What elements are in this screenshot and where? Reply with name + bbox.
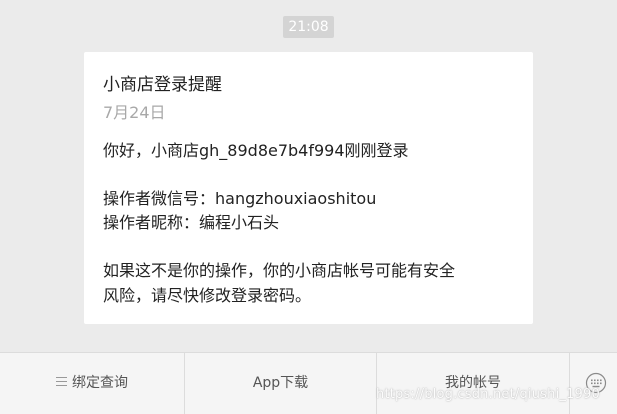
message-card[interactable]: 小商店登录提醒 7月24日 你好，小商店gh_89d8e7b4f994刚刚登录 … [84,52,533,324]
operator-nickname: 操作者昵称：编程小石头 [103,213,280,232]
operator-wechat-id: 操作者微信号：hangzhouxiaoshitou [103,189,377,208]
menu-divider [569,353,570,414]
message-title: 小商店登录提醒 [103,75,222,95]
menu-binding-query-label: 绑定查询 [72,375,128,391]
bottom-menu-bar: 绑定查询 App下载 我的帐号 [0,352,617,414]
menu-my-account-button[interactable]: 我的帐号 [377,353,569,414]
menu-binding-query-button[interactable]: 绑定查询 [0,353,184,414]
watermark: https://blog.csdn.net/qiushi_1990 [376,387,600,402]
menu-app-download-label: App下载 [252,375,309,391]
menu-lines-icon [56,377,67,386]
warning-text-line2: 风险，请尽快修改登录密码。 [103,286,312,305]
message-date: 7月24日 [103,103,166,122]
message-greeting: 你好，小商店gh_89d8e7b4f994刚刚登录 [103,141,409,160]
chat-timestamp: 21:08 [283,16,334,38]
menu-app-download-button[interactable]: App下载 [185,353,376,414]
warning-text-line1: 如果这不是你的操作，你的小商店帐号可能有安全 [103,261,456,280]
